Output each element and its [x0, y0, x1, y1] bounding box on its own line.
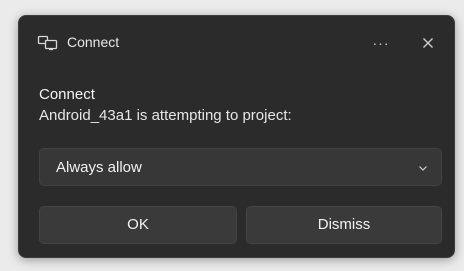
desktop-background: Connect ··· Connect Android_43a1 is atte…	[0, 0, 464, 271]
dialog-message: Android_43a1 is attempting to project:	[39, 107, 292, 124]
ok-button[interactable]: OK	[39, 206, 237, 244]
close-button[interactable]	[415, 30, 441, 56]
project-screen-icon	[37, 35, 59, 51]
close-icon	[415, 38, 441, 60]
connect-dialog: Connect ··· Connect Android_43a1 is atte…	[18, 15, 455, 258]
more-options-icon: ···	[372, 35, 390, 51]
permission-selected-value: Always allow	[56, 159, 142, 176]
dialog-heading: Connect	[39, 86, 95, 103]
window-title: Connect	[67, 34, 120, 50]
title-bar: Connect ···	[19, 16, 454, 66]
chevron-down-icon	[417, 161, 429, 173]
dismiss-button[interactable]: Dismiss	[246, 206, 442, 244]
permission-dropdown[interactable]: Always allow	[39, 148, 442, 186]
more-options-button[interactable]: ···	[367, 30, 395, 56]
